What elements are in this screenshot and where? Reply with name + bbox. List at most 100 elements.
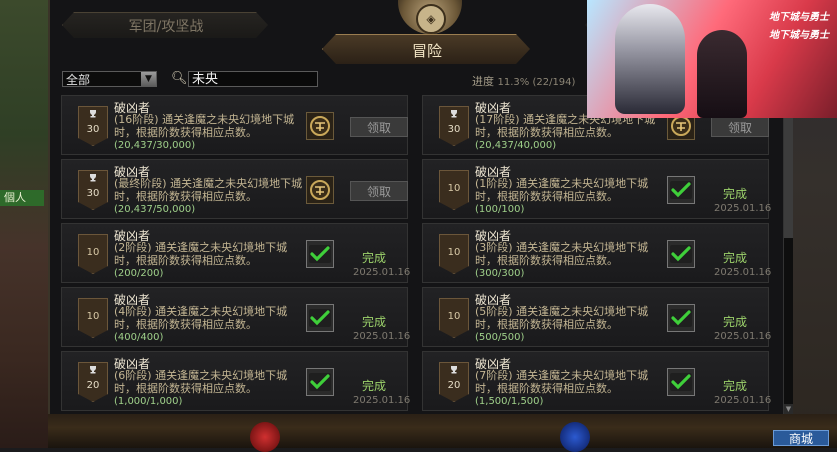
achievement-description: (最终阶段) 通关逢魔之未央幻境地下城时，根据阶数获得相应点数。 [114,177,303,203]
completion-date: 2025.01.16 [353,331,411,342]
achievement-description: (1阶段) 通关逢魔之未央幻境地下城时，根据阶数获得相应点数。 [475,177,649,203]
achievement-progress: (1,000/1,000) [114,396,183,407]
points-badge: 20 [439,362,469,402]
trophy-icon [449,109,459,122]
completion-date: 2025.01.16 [714,331,772,342]
trophy-icon [88,365,98,378]
achievement-progress: (300/300) [475,268,525,279]
promo-logo: 地下城与勇士 [769,30,829,41]
category-select[interactable]: 全部 ▼ [62,71,157,87]
promo-logo: 地下城与勇士 [769,12,829,23]
achievement-description: (16阶段) 通关逢魔之未央幻境地下城时，根据阶数获得相应点数。 [114,113,295,139]
achievement-card: 20 破凶者 (7阶段) 通关逢魔之未央幻境地下城时，根据阶数获得相应点数。 (1,5… [422,351,772,411]
achievement-description: (3阶段) 通关逢魔之未央幻境地下城时，根据阶数获得相应点数。 [475,241,649,267]
category-select-value: 全部 [66,73,91,87]
shop-button[interactable]: 商城 [773,430,829,446]
points-value: 10 [86,247,100,258]
compass-icon: ◈ [416,4,446,34]
status-complete: 完成 [362,379,387,393]
points-value: 20 [447,380,461,391]
achievement-card: 10 破凶者 (3阶段) 通关逢魔之未央幻境地下城时，根据阶数获得相应点数。 (300… [422,223,772,283]
reward-medal-icon [306,112,334,140]
achievement-card: 20 破凶者 (6阶段) 通关逢魔之未央幻境地下城时，根据阶数获得相应点数。 (1,0… [61,351,411,411]
points-value: 10 [447,247,461,258]
game-hud-bar [48,414,837,448]
status-complete: 完成 [362,251,387,265]
game-background-left [0,0,48,448]
points-badge: 10 [78,234,108,274]
claim-button[interactable]: 领取 [350,117,408,137]
achievement-description: (2阶段) 通关逢魔之未央幻境地下城时，根据阶数获得相应点数。 [114,241,288,267]
achievement-progress: (200/200) [114,268,164,279]
achievement-description: (6阶段) 通关逢魔之未央幻境地下城时，根据阶数获得相应点数。 [114,369,288,395]
achievement-card: 10 破凶者 (4阶段) 通关逢魔之未央幻境地下城时，根据阶数获得相应点数。 (400… [61,287,411,347]
checkmark-icon [667,240,695,268]
points-badge: 30 [78,106,108,146]
achievement-description: (7阶段) 通关逢魔之未央幻境地下城时，根据阶数获得相应点数。 [475,369,649,395]
checkmark-icon [667,304,695,332]
tab-adventure[interactable]: 冒险 [322,34,530,64]
achievement-card: 10 破凶者 (2阶段) 通关逢魔之未央幻境地下城时，根据阶数获得相应点数。 (200… [61,223,410,283]
promo-banner[interactable]: 地下城与勇士 地下城与勇士 [587,0,837,118]
status-complete: 完成 [362,315,387,329]
achievement-progress: (20,437/40,000) [475,140,557,151]
progress-value: 11.3% (22/194) [497,77,576,88]
side-tag[interactable]: 個人 [0,190,44,206]
completion-date: 2025.01.16 [714,395,772,406]
achievement-description: (5阶段) 通关逢魔之未央幻境地下城时，根据阶数获得相应点数。 [475,305,649,331]
achievement-list: 30 破凶者 (16阶段) 通关逢魔之未央幻境地下城时，根据阶数获得相应点数。 (20… [58,92,778,414]
checkmark-icon [667,368,695,396]
points-value: 20 [86,380,100,391]
points-badge: 10 [78,298,108,338]
achievement-card: 30 破凶者 (最终阶段) 通关逢魔之未央幻境地下城时，根据阶数获得相应点数。 (20… [61,159,408,219]
achievement-progress: (500/500) [475,332,525,343]
progress-label: 进度 [472,75,494,88]
points-badge: 30 [78,170,108,210]
claim-button[interactable]: 领取 [350,181,408,201]
scrollbar[interactable]: ▲ ▼ [783,70,793,414]
completion-date: 2025.01.16 [353,395,411,406]
points-badge: 30 [439,106,469,146]
search-input[interactable]: 未央 [188,71,318,87]
points-value: 10 [447,183,461,194]
overall-progress: 进度 11.3% (22/194) [472,73,575,89]
achievement-progress: (20,437/50,000) [114,204,196,215]
achievement-card: 30 破凶者 (16阶段) 通关逢魔之未央幻境地下城时，根据阶数获得相应点数。 (20… [61,95,408,155]
status-complete: 完成 [723,251,748,265]
checkmark-icon [667,176,695,204]
achievement-progress: (100/100) [475,204,525,215]
checkmark-icon [306,368,334,396]
reward-medal-icon [306,176,334,204]
achievement-card: 10 破凶者 (1阶段) 通关逢魔之未央幻境地下城时，根据阶数获得相应点数。 (100… [422,159,771,219]
achievement-progress: (1,500/1,500) [475,396,544,407]
search-icon: 🔍︎ [171,71,188,86]
points-value: 30 [86,188,100,199]
promo-character-image [697,30,747,118]
claim-button[interactable]: 领取 [711,117,769,137]
promo-character-image [615,4,685,114]
points-value: 10 [86,311,100,322]
tab-legion[interactable]: 军团/攻坚战 [62,12,268,38]
completion-date: 2025.01.16 [714,267,772,278]
points-badge: 10 [439,234,469,274]
status-complete: 完成 [723,187,748,201]
achievement-card: 10 破凶者 (5阶段) 通关逢魔之未央幻境地下城时，根据阶数获得相应点数。 (500… [422,287,772,347]
points-value: 30 [447,124,461,135]
points-badge: 20 [78,362,108,402]
achievement-progress: (400/400) [114,332,164,343]
points-value: 10 [447,311,461,322]
status-complete: 完成 [723,379,748,393]
achievement-progress: (20,437/30,000) [114,140,196,151]
achievement-description: (4阶段) 通关逢魔之未央幻境地下城时，根据阶数获得相应点数。 [114,305,288,331]
points-badge: 10 [439,298,469,338]
checkmark-icon [306,304,334,332]
points-badge: 10 [439,170,469,210]
checkmark-icon [306,240,334,268]
trophy-icon [449,365,459,378]
scroll-down-arrow-icon[interactable]: ▼ [784,404,793,414]
trophy-icon [88,173,98,186]
points-value: 30 [86,124,100,135]
status-complete: 完成 [723,315,748,329]
trophy-icon [88,109,98,122]
chevron-down-icon[interactable]: ▼ [141,72,156,86]
